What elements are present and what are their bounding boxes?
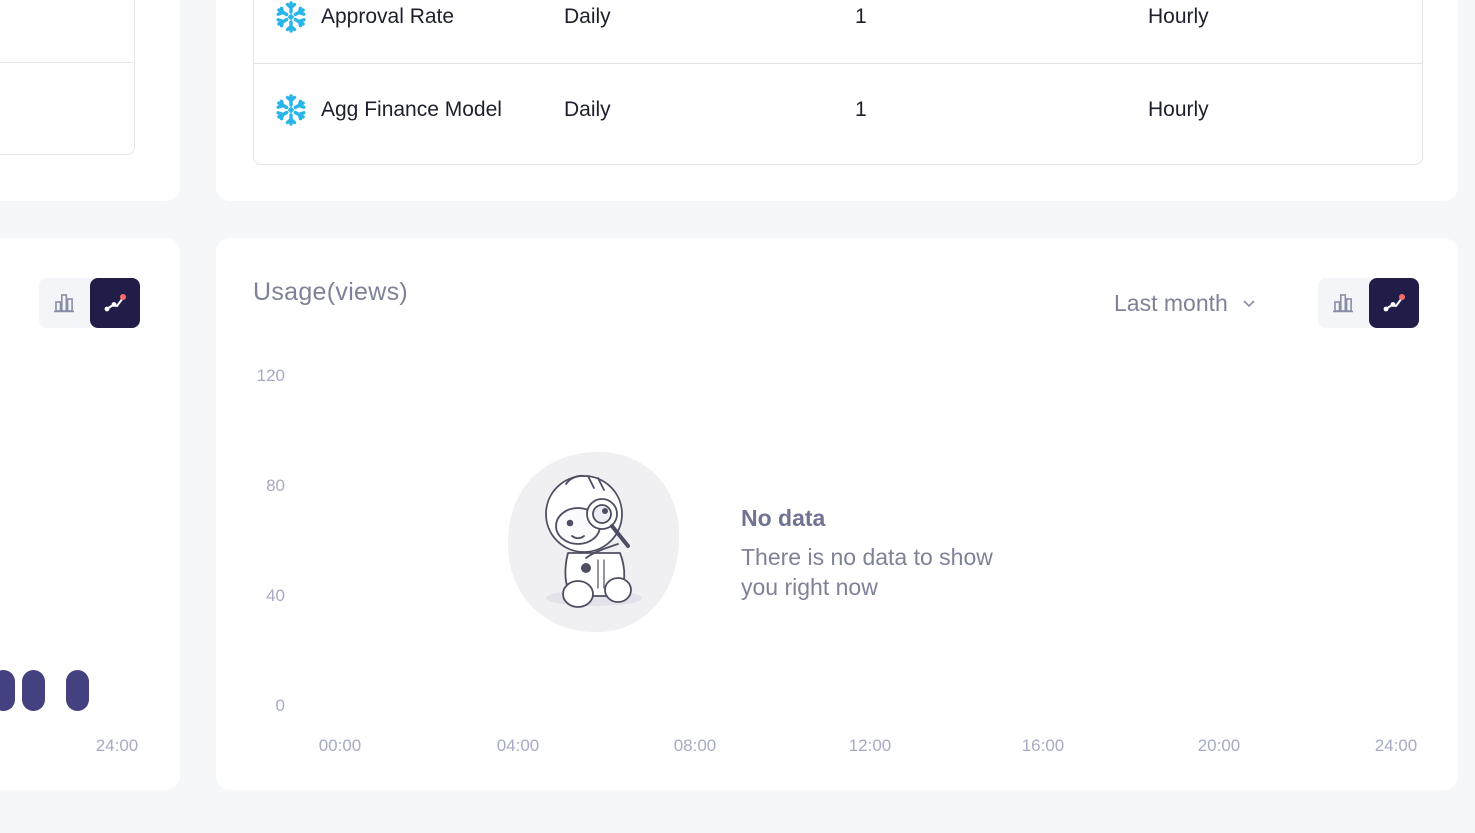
line-chart-button[interactable] xyxy=(90,278,140,328)
snowflake-icon xyxy=(276,94,306,126)
frequency: Daily xyxy=(564,98,611,121)
period-value: Last month xyxy=(1114,289,1228,316)
left-top-card xyxy=(0,0,180,201)
y-tick-label: 120 xyxy=(256,366,285,385)
line-chart-button[interactable] xyxy=(1369,278,1419,328)
table-row[interactable]: Approval Rate Daily 1 Hourly xyxy=(254,0,1422,63)
model-name: Approval Rate xyxy=(321,5,455,28)
chart-type-toggle xyxy=(1318,278,1419,328)
chart-bar xyxy=(22,670,45,711)
chevron-down-icon xyxy=(1243,300,1255,308)
models-table: Approval Rate Daily 1 Hourly Agg Finance… xyxy=(253,0,1423,165)
chart-bar xyxy=(66,670,89,711)
empty-state-description: There is no data to show you right now xyxy=(741,544,993,600)
line-chart-icon xyxy=(104,294,126,312)
usage-chart-card: Usage(views) Last month 120 80 40 0 00:0… xyxy=(216,238,1458,790)
astronaut-magnifier-illustration xyxy=(508,451,680,633)
x-tick-label: 04:00 xyxy=(496,736,540,755)
models-table-card: Approval Rate Daily 1 Hourly Agg Finance… xyxy=(216,0,1458,201)
model-name: Agg Finance Model xyxy=(321,98,502,121)
bar-chart-icon xyxy=(1333,294,1353,313)
x-tick-label: 16:00 xyxy=(1021,736,1065,755)
left-chart-card: 24:00 xyxy=(0,238,180,790)
y-tick-label: 80 xyxy=(266,476,285,495)
count: 1 xyxy=(855,98,867,121)
snowflake-icon xyxy=(276,1,306,33)
y-tick-label: 40 xyxy=(266,586,285,605)
y-tick-label: 0 xyxy=(275,696,285,715)
frequency: Daily xyxy=(564,5,611,28)
x-tick-label: 08:00 xyxy=(673,736,717,755)
schedule: Hourly xyxy=(1148,98,1209,121)
bar-chart-button[interactable] xyxy=(1318,278,1368,328)
chart-type-toggle xyxy=(39,278,140,328)
left-table-divider xyxy=(0,62,134,63)
x-tick-label: 00:00 xyxy=(318,736,362,755)
count: 1 xyxy=(855,5,867,28)
line-chart-icon xyxy=(1383,294,1405,312)
bar-chart-icon xyxy=(54,294,74,313)
period-dropdown[interactable]: Last month xyxy=(1114,286,1256,320)
left-table-box xyxy=(0,0,135,155)
x-tick-label: 24:00 xyxy=(1374,736,1418,755)
empty-state: No data There is no data to show you rig… xyxy=(506,448,1026,638)
x-tick-label: 20:00 xyxy=(1197,736,1241,755)
empty-state-title: No data xyxy=(741,505,826,531)
x-tick-label: 12:00 xyxy=(848,736,892,755)
table-row[interactable]: Agg Finance Model Daily 1 Hourly xyxy=(254,63,1422,156)
x-tick-label: 24:00 xyxy=(95,736,139,755)
chart-bar xyxy=(0,670,15,711)
chart-title: Usage(views) xyxy=(253,278,409,306)
schedule: Hourly xyxy=(1148,5,1209,28)
bar-chart-button[interactable] xyxy=(39,278,89,328)
